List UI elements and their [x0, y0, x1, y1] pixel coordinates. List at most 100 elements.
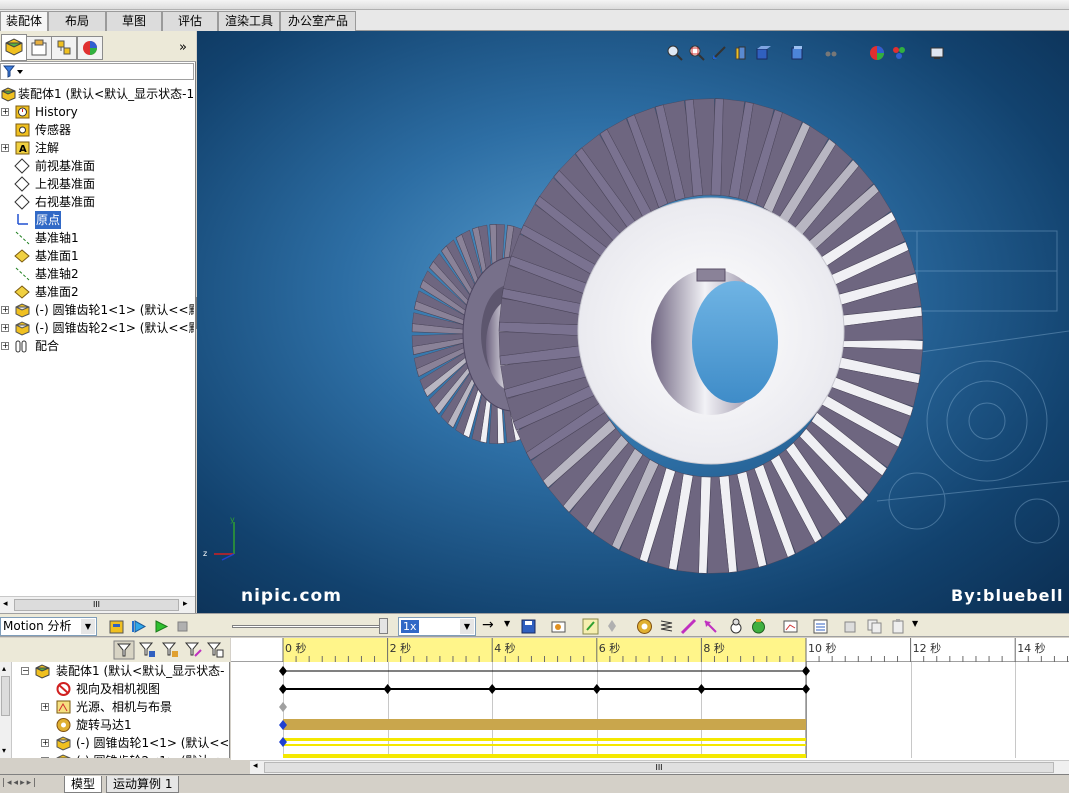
timeline-tracks[interactable]: [231, 662, 1069, 758]
timeline-key[interactable]: [488, 684, 497, 694]
tab-model[interactable]: 模型: [64, 776, 103, 793]
feature-tree-item[interactable]: 前视基准面: [0, 157, 194, 175]
animation-wizard-icon[interactable]: [550, 618, 567, 635]
autokey-icon[interactable]: [582, 618, 599, 635]
save-animation-icon[interactable]: [520, 618, 537, 635]
add-update-key-icon[interactable]: [604, 618, 621, 635]
tree-root-assembly[interactable]: 装配体1 (默认<默认_显示状态-1: [0, 85, 194, 103]
scroll-up-icon[interactable]: ▴: [2, 664, 6, 673]
gravity-icon[interactable]: [750, 618, 767, 635]
force-icon[interactable]: [702, 618, 719, 635]
timeline-key[interactable]: [802, 684, 810, 694]
feature-tree-item[interactable]: + 配合: [0, 337, 194, 355]
timeline-hscroll[interactable]: ◂ III: [250, 760, 1069, 774]
tab-evaluate[interactable]: 评估: [162, 11, 218, 31]
tab-assembly[interactable]: 装配体: [0, 11, 48, 32]
expand-toggle-icon[interactable]: +: [1, 324, 9, 332]
timeline-key[interactable]: [279, 666, 287, 676]
gear1-track-bar[interactable]: [283, 744, 806, 746]
timeline-scroll-thumb[interactable]: III: [264, 762, 1054, 773]
tab-render-tools[interactable]: 渲染工具: [218, 11, 280, 31]
filter-selected-icon[interactable]: [160, 640, 180, 660]
results-plots-icon[interactable]: [782, 618, 799, 635]
play-from-start-icon[interactable]: [130, 618, 147, 635]
stop-icon[interactable]: [174, 618, 191, 635]
motion-tree-item[interactable]: + (-) 圆锥齿轮2<1> (默认<<默: [0, 752, 228, 758]
feature-tree-hscroll[interactable]: ◂ III ▸: [0, 596, 195, 613]
gear2-track-bar[interactable]: [283, 754, 806, 758]
collapse-motion-manager-icon[interactable]: [842, 618, 859, 635]
graphics-viewport[interactable]: z y nipic.com By:bluebell: [197, 31, 1069, 613]
feature-tree-item[interactable]: 右视基准面: [0, 193, 194, 211]
filter-results-icon[interactable]: [183, 640, 203, 660]
playback-slider-thumb[interactable]: [379, 618, 388, 634]
motion-tree-vscroll[interactable]: ▴ ▾: [0, 662, 12, 758]
expand-toggle-icon[interactable]: +: [1, 342, 9, 350]
timeline-ruler[interactable]: 0 秒 2 秒 4 秒 6 秒 8 秒 10 秒 12 秒 14 秒: [231, 638, 1069, 662]
playback-slider-track[interactable]: [232, 625, 387, 628]
expand-toggle-icon[interactable]: +: [1, 306, 9, 314]
motion-tree-item[interactable]: − 装配体1 (默认<默认_显示状态-: [0, 662, 228, 680]
paste-dropdown-icon[interactable]: ▼: [912, 619, 918, 628]
motor-icon[interactable]: [636, 618, 653, 635]
feature-tree-item[interactable]: 基准轴1: [0, 229, 194, 247]
feature-tree-item[interactable]: + History: [0, 103, 194, 121]
expand-toggle-icon[interactable]: +: [41, 757, 49, 758]
scroll-thumb[interactable]: III: [14, 599, 179, 611]
playback-mode-dropdown-icon[interactable]: ▼: [504, 619, 510, 628]
contact-icon[interactable]: [728, 618, 745, 635]
gear1-track-bar[interactable]: [283, 738, 806, 741]
feature-tree-item[interactable]: + A 注解: [0, 139, 194, 157]
motion-study-properties-icon[interactable]: [812, 618, 829, 635]
copy-icon[interactable]: [866, 618, 883, 635]
expand-toggle-icon[interactable]: −: [21, 667, 29, 675]
timeline-key[interactable]: [383, 684, 392, 694]
playback-mode-arrow-icon[interactable]: →: [482, 617, 494, 633]
motion-tree-item[interactable]: 视向及相机视图: [0, 680, 228, 698]
calculate-icon[interactable]: [108, 618, 125, 635]
vscroll-thumb[interactable]: [1, 676, 10, 716]
feature-tree-tab[interactable]: [1, 34, 27, 61]
timeline-key[interactable]: [592, 684, 601, 694]
tab-sketch[interactable]: 草图: [106, 11, 162, 31]
motion-tree-item[interactable]: 旋转马达1: [0, 716, 228, 734]
expand-toggle-icon[interactable]: +: [1, 144, 9, 152]
property-manager-tab[interactable]: [26, 36, 52, 60]
expand-toggle-icon[interactable]: +: [41, 739, 49, 747]
feature-tree-item[interactable]: 上视基准面: [0, 175, 194, 193]
scroll-left-icon[interactable]: ◂: [3, 599, 8, 609]
expand-panel-chevron-icon[interactable]: »: [179, 40, 187, 55]
filter-driving-icon[interactable]: [137, 640, 157, 660]
study-type-dropdown[interactable]: Motion 分析 ▼: [0, 617, 97, 636]
timeline-key[interactable]: [279, 702, 287, 712]
feature-tree-item[interactable]: + (-) 圆锥齿轮2<1> (默认<<默: [0, 319, 194, 337]
playback-speed-select[interactable]: 1x ▼: [398, 617, 476, 636]
configuration-manager-tab[interactable]: [51, 36, 77, 60]
motion-tree-item[interactable]: + (-) 圆锥齿轮1<1> (默认<<默: [0, 734, 228, 752]
tab-layout[interactable]: 布局: [48, 11, 106, 31]
play-icon[interactable]: [152, 618, 169, 635]
feature-tree-item[interactable]: + (-) 圆锥齿轮1<1> (默认<<默: [0, 301, 194, 319]
tab-office-products[interactable]: 办公室产品: [280, 11, 356, 31]
scroll-down-icon[interactable]: ▾: [2, 746, 6, 755]
timeline-key[interactable]: [802, 666, 810, 676]
expand-toggle-icon[interactable]: +: [1, 108, 9, 116]
timeline-key[interactable]: [697, 684, 706, 694]
motion-timeline[interactable]: 0 秒 2 秒 4 秒 6 秒 8 秒 10 秒 12 秒 14 秒: [231, 638, 1069, 760]
scroll-right-icon[interactable]: ▸: [183, 599, 188, 609]
feature-tree-item[interactable]: 基准轴2: [0, 265, 194, 283]
paste-icon[interactable]: [890, 618, 907, 635]
filter-animation-icon[interactable]: [113, 640, 135, 660]
filter-keys-icon[interactable]: [205, 640, 225, 660]
damper-icon[interactable]: [680, 618, 697, 635]
display-manager-tab[interactable]: [77, 36, 103, 60]
tab-navigation-arrows-icon[interactable]: |◂◂▸▸|: [2, 778, 62, 791]
feature-tree-item[interactable]: 基准面1: [0, 247, 194, 265]
timeline-key[interactable]: [279, 684, 287, 694]
expand-toggle-icon[interactable]: +: [41, 703, 49, 711]
scroll-left-icon[interactable]: ◂: [253, 761, 258, 771]
motion-tree-item[interactable]: + 光源、相机与布景: [0, 698, 228, 716]
bevel-gear-assembly-render[interactable]: [197, 31, 1069, 613]
feature-tree-item[interactable]: 原点: [0, 211, 194, 229]
feature-tree-item[interactable]: 传感器: [0, 121, 194, 139]
